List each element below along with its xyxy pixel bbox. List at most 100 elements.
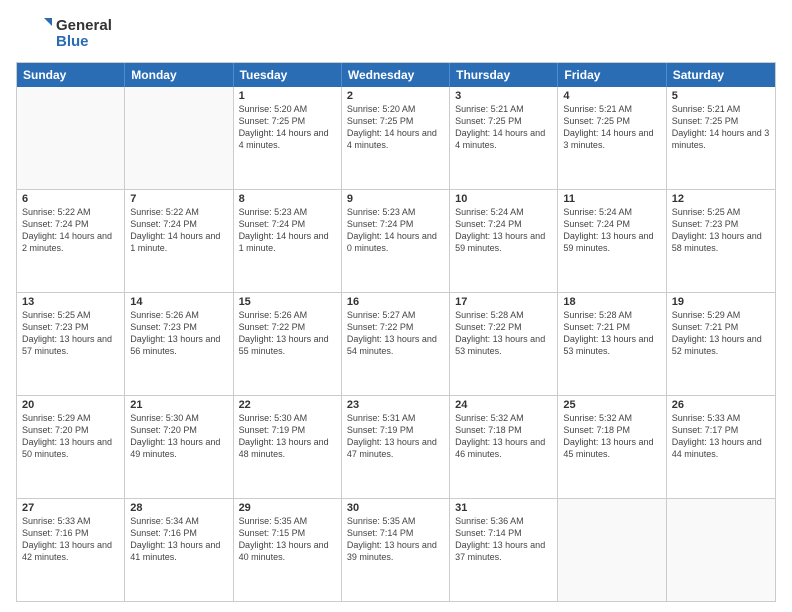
day-number: 31	[455, 502, 552, 514]
day-number: 7	[130, 193, 227, 205]
day-number: 22	[239, 399, 336, 411]
day-cell-14: 14Sunrise: 5:26 AM Sunset: 7:23 PM Dayli…	[125, 293, 233, 395]
day-cell-6: 6Sunrise: 5:22 AM Sunset: 7:24 PM Daylig…	[17, 190, 125, 292]
day-number: 3	[455, 90, 552, 102]
calendar-row-2: 13Sunrise: 5:25 AM Sunset: 7:23 PM Dayli…	[17, 292, 775, 395]
page-header: General Blue	[16, 16, 776, 52]
day-number: 8	[239, 193, 336, 205]
day-info: Sunrise: 5:27 AM Sunset: 7:22 PM Dayligh…	[347, 309, 444, 358]
day-info: Sunrise: 5:35 AM Sunset: 7:15 PM Dayligh…	[239, 515, 336, 564]
day-number: 30	[347, 502, 444, 514]
empty-cell	[125, 87, 233, 189]
day-number: 15	[239, 296, 336, 308]
day-cell-24: 24Sunrise: 5:32 AM Sunset: 7:18 PM Dayli…	[450, 396, 558, 498]
day-info: Sunrise: 5:31 AM Sunset: 7:19 PM Dayligh…	[347, 412, 444, 461]
empty-cell	[558, 499, 666, 601]
header-cell-sunday: Sunday	[17, 63, 125, 87]
day-info: Sunrise: 5:32 AM Sunset: 7:18 PM Dayligh…	[563, 412, 660, 461]
day-info: Sunrise: 5:30 AM Sunset: 7:20 PM Dayligh…	[130, 412, 227, 461]
header-cell-friday: Friday	[558, 63, 666, 87]
day-info: Sunrise: 5:29 AM Sunset: 7:21 PM Dayligh…	[672, 309, 770, 358]
day-number: 28	[130, 502, 227, 514]
day-number: 5	[672, 90, 770, 102]
day-number: 24	[455, 399, 552, 411]
day-info: Sunrise: 5:26 AM Sunset: 7:22 PM Dayligh…	[239, 309, 336, 358]
day-number: 16	[347, 296, 444, 308]
day-number: 27	[22, 502, 119, 514]
day-cell-12: 12Sunrise: 5:25 AM Sunset: 7:23 PM Dayli…	[667, 190, 775, 292]
day-number: 6	[22, 193, 119, 205]
day-info: Sunrise: 5:30 AM Sunset: 7:19 PM Dayligh…	[239, 412, 336, 461]
day-cell-27: 27Sunrise: 5:33 AM Sunset: 7:16 PM Dayli…	[17, 499, 125, 601]
day-cell-11: 11Sunrise: 5:24 AM Sunset: 7:24 PM Dayli…	[558, 190, 666, 292]
day-cell-4: 4Sunrise: 5:21 AM Sunset: 7:25 PM Daylig…	[558, 87, 666, 189]
day-info: Sunrise: 5:22 AM Sunset: 7:24 PM Dayligh…	[130, 206, 227, 255]
day-number: 20	[22, 399, 119, 411]
calendar-row-4: 27Sunrise: 5:33 AM Sunset: 7:16 PM Dayli…	[17, 498, 775, 601]
day-info: Sunrise: 5:28 AM Sunset: 7:22 PM Dayligh…	[455, 309, 552, 358]
day-cell-10: 10Sunrise: 5:24 AM Sunset: 7:24 PM Dayli…	[450, 190, 558, 292]
logo-svg	[16, 16, 52, 52]
day-info: Sunrise: 5:25 AM Sunset: 7:23 PM Dayligh…	[672, 206, 770, 255]
day-cell-25: 25Sunrise: 5:32 AM Sunset: 7:18 PM Dayli…	[558, 396, 666, 498]
day-info: Sunrise: 5:26 AM Sunset: 7:23 PM Dayligh…	[130, 309, 227, 358]
day-cell-23: 23Sunrise: 5:31 AM Sunset: 7:19 PM Dayli…	[342, 396, 450, 498]
day-info: Sunrise: 5:24 AM Sunset: 7:24 PM Dayligh…	[563, 206, 660, 255]
day-info: Sunrise: 5:25 AM Sunset: 7:23 PM Dayligh…	[22, 309, 119, 358]
day-number: 23	[347, 399, 444, 411]
day-cell-29: 29Sunrise: 5:35 AM Sunset: 7:15 PM Dayli…	[234, 499, 342, 601]
day-number: 10	[455, 193, 552, 205]
day-number: 13	[22, 296, 119, 308]
header-cell-wednesday: Wednesday	[342, 63, 450, 87]
day-info: Sunrise: 5:22 AM Sunset: 7:24 PM Dayligh…	[22, 206, 119, 255]
day-number: 19	[672, 296, 770, 308]
day-cell-26: 26Sunrise: 5:33 AM Sunset: 7:17 PM Dayli…	[667, 396, 775, 498]
day-number: 2	[347, 90, 444, 102]
header-cell-saturday: Saturday	[667, 63, 775, 87]
day-cell-18: 18Sunrise: 5:28 AM Sunset: 7:21 PM Dayli…	[558, 293, 666, 395]
header-cell-thursday: Thursday	[450, 63, 558, 87]
day-number: 17	[455, 296, 552, 308]
day-number: 29	[239, 502, 336, 514]
day-cell-13: 13Sunrise: 5:25 AM Sunset: 7:23 PM Dayli…	[17, 293, 125, 395]
logo-blue: Blue	[56, 34, 112, 51]
day-info: Sunrise: 5:28 AM Sunset: 7:21 PM Dayligh…	[563, 309, 660, 358]
logo-wordmark: General Blue	[56, 18, 112, 51]
empty-cell	[17, 87, 125, 189]
day-number: 12	[672, 193, 770, 205]
day-number: 14	[130, 296, 227, 308]
day-number: 9	[347, 193, 444, 205]
day-info: Sunrise: 5:20 AM Sunset: 7:25 PM Dayligh…	[347, 103, 444, 152]
day-cell-15: 15Sunrise: 5:26 AM Sunset: 7:22 PM Dayli…	[234, 293, 342, 395]
day-info: Sunrise: 5:35 AM Sunset: 7:14 PM Dayligh…	[347, 515, 444, 564]
day-cell-22: 22Sunrise: 5:30 AM Sunset: 7:19 PM Dayli…	[234, 396, 342, 498]
day-info: Sunrise: 5:34 AM Sunset: 7:16 PM Dayligh…	[130, 515, 227, 564]
empty-cell	[667, 499, 775, 601]
day-info: Sunrise: 5:29 AM Sunset: 7:20 PM Dayligh…	[22, 412, 119, 461]
logo-general: General	[56, 18, 112, 35]
day-info: Sunrise: 5:33 AM Sunset: 7:17 PM Dayligh…	[672, 412, 770, 461]
day-number: 11	[563, 193, 660, 205]
header-cell-monday: Monday	[125, 63, 233, 87]
day-info: Sunrise: 5:23 AM Sunset: 7:24 PM Dayligh…	[347, 206, 444, 255]
day-cell-30: 30Sunrise: 5:35 AM Sunset: 7:14 PM Dayli…	[342, 499, 450, 601]
day-info: Sunrise: 5:20 AM Sunset: 7:25 PM Dayligh…	[239, 103, 336, 152]
day-cell-1: 1Sunrise: 5:20 AM Sunset: 7:25 PM Daylig…	[234, 87, 342, 189]
day-cell-31: 31Sunrise: 5:36 AM Sunset: 7:14 PM Dayli…	[450, 499, 558, 601]
day-cell-21: 21Sunrise: 5:30 AM Sunset: 7:20 PM Dayli…	[125, 396, 233, 498]
calendar-header-row: SundayMondayTuesdayWednesdayThursdayFrid…	[17, 63, 775, 87]
calendar-body: 1Sunrise: 5:20 AM Sunset: 7:25 PM Daylig…	[17, 87, 775, 601]
day-cell-8: 8Sunrise: 5:23 AM Sunset: 7:24 PM Daylig…	[234, 190, 342, 292]
day-number: 4	[563, 90, 660, 102]
calendar-row-1: 6Sunrise: 5:22 AM Sunset: 7:24 PM Daylig…	[17, 189, 775, 292]
day-number: 25	[563, 399, 660, 411]
header-cell-tuesday: Tuesday	[234, 63, 342, 87]
day-cell-19: 19Sunrise: 5:29 AM Sunset: 7:21 PM Dayli…	[667, 293, 775, 395]
day-info: Sunrise: 5:33 AM Sunset: 7:16 PM Dayligh…	[22, 515, 119, 564]
day-info: Sunrise: 5:21 AM Sunset: 7:25 PM Dayligh…	[455, 103, 552, 152]
day-number: 18	[563, 296, 660, 308]
day-number: 21	[130, 399, 227, 411]
calendar-row-0: 1Sunrise: 5:20 AM Sunset: 7:25 PM Daylig…	[17, 87, 775, 189]
day-cell-3: 3Sunrise: 5:21 AM Sunset: 7:25 PM Daylig…	[450, 87, 558, 189]
calendar: SundayMondayTuesdayWednesdayThursdayFrid…	[16, 62, 776, 602]
